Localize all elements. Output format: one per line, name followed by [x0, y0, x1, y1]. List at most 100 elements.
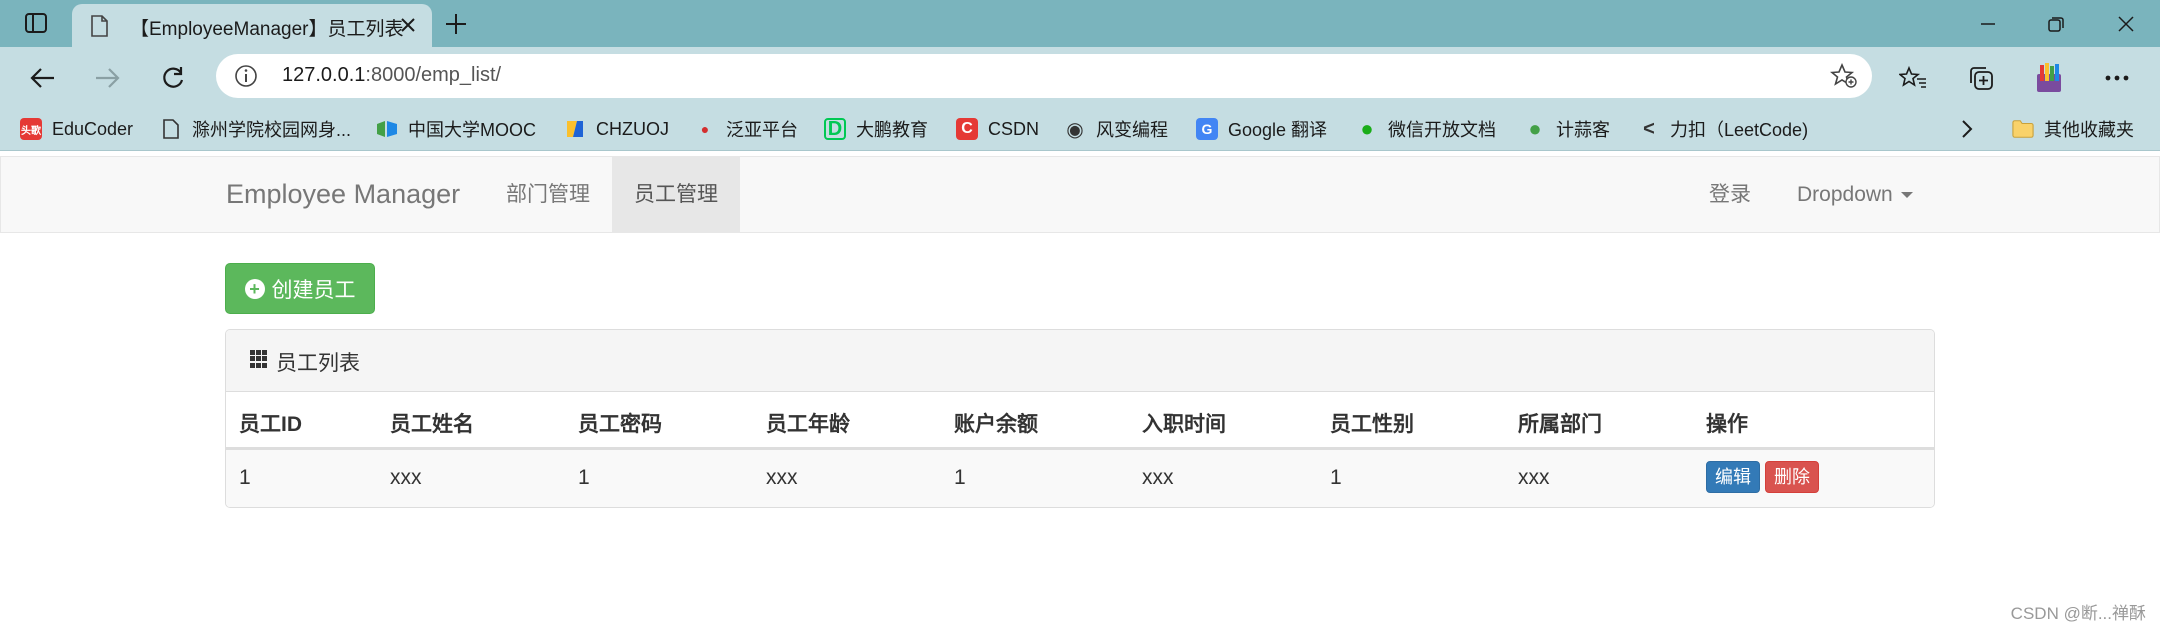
navbar-brand[interactable]: Employee Manager: [226, 179, 460, 210]
educoder-icon: 头歌: [20, 118, 42, 140]
table-cell: xxx: [1142, 466, 1174, 489]
table-cell: xxx: [1518, 466, 1550, 489]
tab-actions-button[interactable]: [20, 9, 52, 37]
tab-strip: 【EmployeeManager】员工列表: [0, 0, 2160, 47]
column-header: 员工密码: [578, 413, 662, 436]
bookmark-csdn[interactable]: C CSDN: [956, 107, 1039, 151]
employee-list-panel: 员工列表 员工ID 员工姓名 员工密码 员工年龄 账户余额 入职时间 员工性别 …: [225, 329, 1935, 508]
bookmark-chuzhou[interactable]: 滁州学院校园网身...: [160, 107, 351, 151]
browser-toolbar: 127.0.0.1:8000/emp_list/: [0, 47, 2160, 107]
mooc-icon: [376, 118, 398, 140]
bookmark-label: 大鹏教育: [856, 120, 928, 140]
table-cell: 1: [578, 466, 590, 489]
address-bar[interactable]: 127.0.0.1:8000/emp_list/: [216, 54, 1872, 98]
url-host: 127.0.0.1: [282, 64, 366, 86]
tab-title: 【EmployeeManager】员工列表: [130, 19, 404, 40]
table-cell: 1: [1330, 466, 1342, 489]
column-header: 所属部门: [1518, 413, 1602, 436]
bookmark-label: CHZUOJ: [596, 118, 669, 139]
chzuoj-icon: [564, 118, 586, 140]
create-employee-button[interactable]: + 创建员工: [225, 263, 375, 314]
page-content: Employee Manager 部门管理 员工管理 登录 Dropdown +…: [0, 152, 2160, 634]
window-close-button[interactable]: [2106, 8, 2146, 40]
forward-arrow-icon: [96, 68, 120, 88]
google-translate-icon: G: [1196, 118, 1218, 140]
bookmark-leetcode[interactable]: < 力扣（LeetCode): [1638, 107, 1808, 151]
table-row: [226, 450, 1934, 507]
extension-icon[interactable]: [2030, 59, 2068, 97]
add-favorite-icon[interactable]: [1829, 62, 1858, 94]
bookmark-fengbian[interactable]: ◉ 风变编程: [1064, 107, 1168, 151]
column-header: 员工年龄: [766, 413, 850, 436]
bookmark-label: 其他收藏夹: [2044, 120, 2134, 140]
bookmark-jisuanke[interactable]: ● 计蒜客: [1524, 107, 1610, 151]
watermark: CSDN @断...禅酥: [2010, 604, 2146, 623]
fanya-icon: ●: [700, 121, 710, 137]
bookmark-label: 滁州学院校园网身...: [192, 120, 352, 140]
dropdown-label: Dropdown: [1797, 183, 1893, 206]
nav-link-departments[interactable]: 部门管理: [484, 157, 612, 232]
bookmark-mooc[interactable]: 中国大学MOOC: [376, 107, 536, 151]
url-text[interactable]: 127.0.0.1:8000/emp_list/: [282, 64, 501, 87]
nav-link-login[interactable]: 登录: [1687, 157, 1773, 232]
bookmark-wechat-docs[interactable]: ● 微信开放文档: [1356, 107, 1496, 151]
other-favorites[interactable]: 其他收藏夹: [2012, 107, 2134, 151]
bookmark-educoder[interactable]: 头歌 EduCoder: [20, 107, 133, 151]
navbar: Employee Manager 部门管理 员工管理 登录 Dropdown: [0, 156, 2160, 233]
column-header: 入职时间: [1142, 413, 1226, 436]
jisuanke-icon: ●: [1528, 116, 1542, 141]
bookmark-label: 微信开放文档: [1388, 120, 1496, 140]
collections-icon[interactable]: [1962, 59, 2000, 97]
delete-button[interactable]: 删除: [1765, 461, 1819, 493]
bookmark-chzuoj[interactable]: CHZUOJ: [564, 107, 669, 151]
th-grid-icon: [250, 350, 268, 368]
close-icon[interactable]: [398, 15, 418, 40]
bookmark-fanya[interactable]: ● 泛亚平台: [694, 107, 798, 151]
url-path: :8000/emp_list/: [365, 64, 502, 86]
bookmark-dapeng[interactable]: D 大鹏教育: [824, 107, 928, 151]
bookmark-google-translate[interactable]: G Google 翻译: [1196, 107, 1327, 151]
page-icon: [160, 118, 182, 140]
panel-title: 员工列表: [276, 352, 360, 375]
wechat-icon: ●: [1360, 116, 1374, 141]
favorites-icon[interactable]: [1894, 59, 1932, 97]
csdn-icon: C: [956, 118, 978, 140]
reload-button[interactable]: [154, 59, 192, 97]
column-header: 操作: [1706, 413, 1748, 436]
nav-link-employees[interactable]: 员工管理: [612, 157, 740, 232]
edit-button[interactable]: 编辑: [1706, 461, 1760, 493]
info-icon[interactable]: [234, 64, 258, 93]
active-tab[interactable]: 【EmployeeManager】员工列表: [72, 4, 432, 47]
tab-actions-icon: [25, 13, 47, 33]
chevron-right-icon: [1962, 120, 1973, 138]
close-icon: [2118, 16, 2134, 32]
table-cell: xxx: [766, 466, 798, 489]
plus-circle-icon: +: [244, 278, 265, 299]
create-employee-label: 创建员工: [271, 278, 356, 302]
reload-icon: [163, 67, 184, 88]
restore-button[interactable]: [2036, 8, 2076, 40]
bookmark-label: Google 翻译: [1228, 120, 1328, 140]
table-cell: 1: [954, 466, 966, 489]
bookmarks-overflow-button[interactable]: [1960, 107, 1974, 151]
caret-down-icon: [1900, 192, 1913, 199]
table-cell: xxx: [390, 466, 422, 489]
column-header: 员工性别: [1330, 413, 1414, 436]
back-arrow-icon: [30, 68, 54, 88]
bookmark-label: 风变编程: [1096, 120, 1168, 140]
table-cell: 1: [239, 466, 251, 489]
leetcode-icon: <: [1643, 117, 1655, 140]
bookmark-label: 计蒜客: [1556, 120, 1610, 140]
column-header: 账户余额: [954, 413, 1038, 436]
forward-button[interactable]: [88, 59, 126, 97]
dropdown-toggle[interactable]: Dropdown: [1775, 157, 1935, 232]
bookmark-label: 中国大学MOOC: [408, 120, 536, 140]
minimize-button[interactable]: [1968, 8, 2008, 40]
page-icon: [90, 15, 108, 42]
more-menu-icon[interactable]: [2098, 59, 2136, 97]
fengbian-icon: ◉: [1066, 118, 1084, 141]
back-button[interactable]: [24, 59, 62, 97]
bookmark-label: 力扣（LeetCode): [1670, 120, 1809, 140]
new-tab-button[interactable]: [440, 8, 472, 40]
bookmark-label: 泛亚平台: [726, 120, 798, 140]
